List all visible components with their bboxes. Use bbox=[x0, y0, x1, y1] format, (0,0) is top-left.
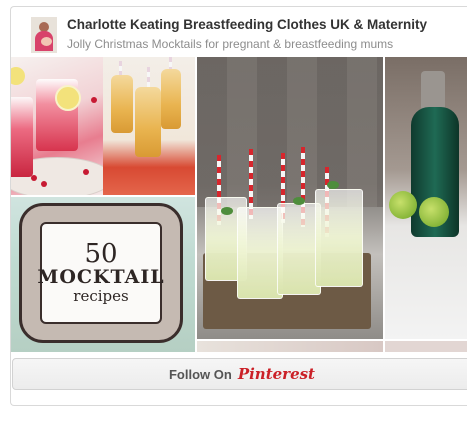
lemon-slice bbox=[55, 85, 81, 111]
avatar-baby bbox=[41, 37, 52, 46]
board-subtitle[interactable]: Jolly Christmas Mocktails for pregnant &… bbox=[67, 37, 393, 51]
follow-on-pinterest-button[interactable]: Follow On Pinterest bbox=[12, 358, 467, 390]
juice-bottle bbox=[135, 87, 161, 157]
lime bbox=[419, 197, 449, 227]
pin-partial[interactable] bbox=[197, 341, 383, 352]
lemonade-glass bbox=[315, 189, 363, 287]
lime bbox=[389, 191, 417, 219]
mint-leaf bbox=[221, 207, 233, 215]
pin-mocktail-recipes[interactable]: 50 MOCKTAIL recipes bbox=[11, 197, 195, 352]
cranberry bbox=[83, 169, 89, 175]
recipes-subtitle: recipes bbox=[73, 287, 129, 306]
board-header[interactable]: Charlotte Keating Breastfeeding Clothes … bbox=[11, 7, 467, 63]
board-avatar[interactable] bbox=[31, 17, 57, 53]
pin-bottled-juice[interactable] bbox=[103, 57, 195, 195]
frame-card: 50 MOCKTAIL recipes bbox=[37, 222, 165, 324]
ornate-frame: 50 MOCKTAIL recipes bbox=[19, 203, 183, 343]
pin-partial[interactable] bbox=[385, 341, 467, 352]
juice-bottle bbox=[111, 75, 133, 133]
board-title[interactable]: Charlotte Keating Breastfeeding Clothes … bbox=[67, 17, 427, 32]
siphon-head bbox=[421, 71, 445, 111]
recipes-title: MOCKTAIL bbox=[37, 266, 165, 289]
recipes-count: 50 bbox=[84, 239, 118, 270]
cranberry bbox=[31, 175, 37, 181]
mint-leaf bbox=[293, 197, 305, 205]
pin-soda-siphon[interactable] bbox=[385, 57, 467, 339]
mint-leaf bbox=[327, 181, 339, 189]
cranberry bbox=[91, 97, 97, 103]
pin-lemonade-glasses[interactable] bbox=[197, 57, 383, 339]
glass bbox=[11, 97, 33, 177]
pin-grid: 50 MOCKTAIL recipes bbox=[11, 57, 467, 352]
wood-backdrop bbox=[197, 57, 383, 207]
pin-cranberry-mocktail[interactable] bbox=[11, 57, 103, 195]
lemon-slice bbox=[11, 67, 25, 85]
pinterest-logo-text: Pinterest bbox=[237, 365, 315, 383]
juice-bottle bbox=[161, 69, 181, 129]
follow-label: Follow On bbox=[168, 366, 232, 382]
cranberry bbox=[41, 181, 47, 187]
